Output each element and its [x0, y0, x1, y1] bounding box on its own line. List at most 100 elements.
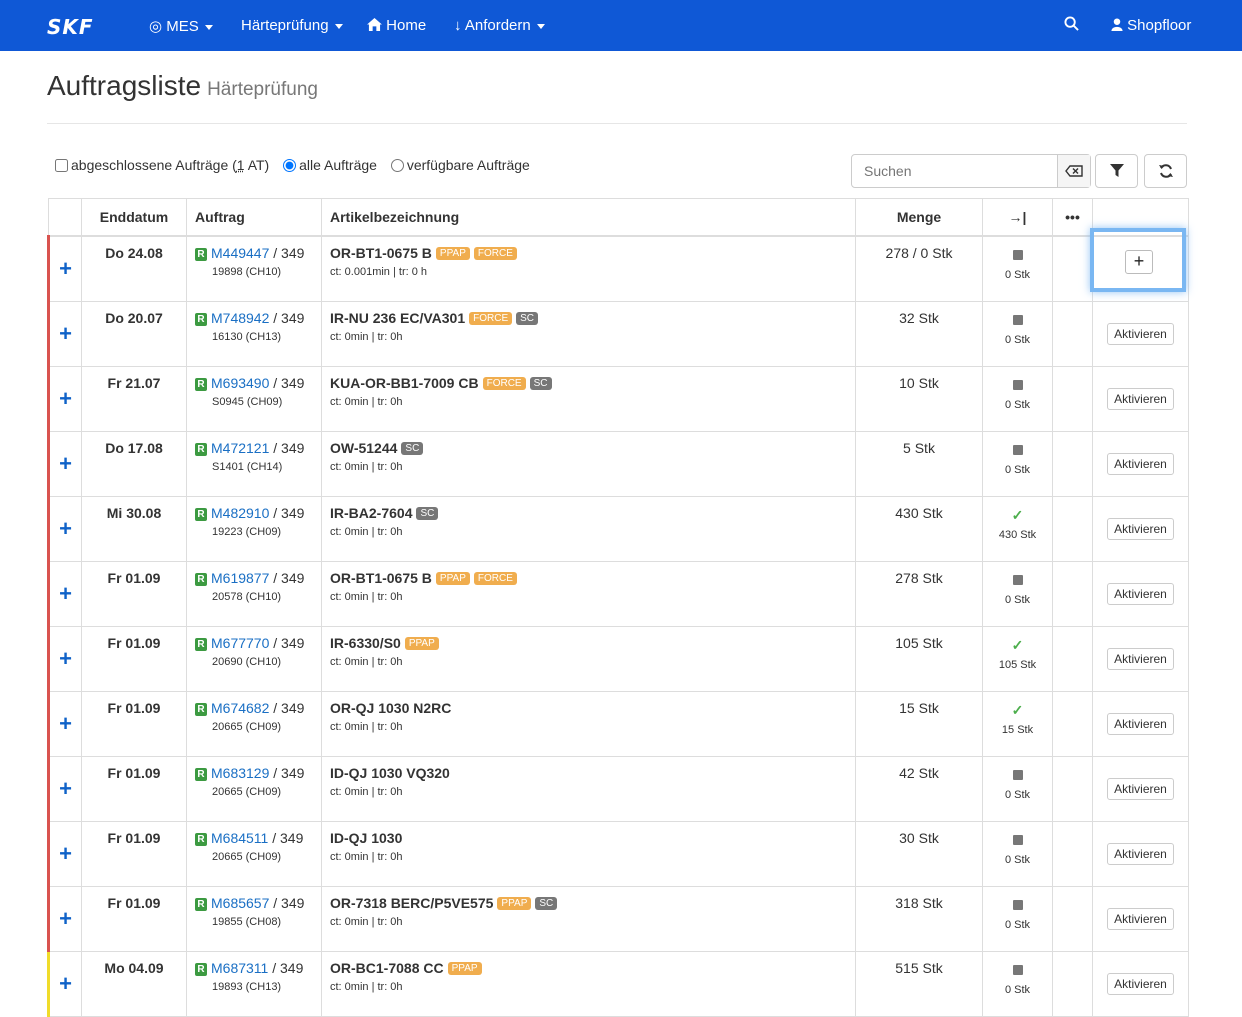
- clear-search-button[interactable]: [1057, 155, 1090, 187]
- action-cell: Aktivieren: [1092, 756, 1189, 822]
- cycle-time: ct: 0min | tr: 0h: [330, 916, 403, 928]
- action-cell: Aktivieren: [1092, 886, 1189, 952]
- plus-icon[interactable]: +: [59, 971, 72, 996]
- filter-button[interactable]: [1095, 154, 1138, 188]
- activate-button[interactable]: Aktivieren: [1107, 583, 1174, 605]
- activate-button[interactable]: Aktivieren: [1107, 388, 1174, 410]
- expand-cell[interactable]: +: [47, 691, 82, 757]
- expand-cell[interactable]: +: [47, 951, 82, 1017]
- article-cell: ID-QJ 1030 VQ320 ct: 0min | tr: 0h: [321, 756, 856, 822]
- activate-button[interactable]: Aktivieren: [1107, 648, 1174, 670]
- order-link[interactable]: M449447: [211, 245, 269, 261]
- plus-icon[interactable]: +: [59, 711, 72, 736]
- order-link[interactable]: M748942: [211, 310, 269, 326]
- table-row: + Fr 01.09 R M685657 / 349 19855 (CH08) OR-73…: [47, 886, 1189, 952]
- expand-cell[interactable]: +: [47, 561, 82, 627]
- status-label: 0 Stk: [1004, 984, 1031, 996]
- plus-icon[interactable]: +: [59, 451, 72, 476]
- closed-count-link[interactable]: 1: [237, 157, 245, 173]
- order-link[interactable]: M693490: [211, 375, 269, 391]
- end-date: Do 17.08: [81, 431, 187, 497]
- order-link[interactable]: M674682: [211, 700, 269, 716]
- article-name: OW-51244: [330, 440, 398, 456]
- expand-cell[interactable]: +: [47, 301, 82, 367]
- available-orders-option[interactable]: verfügbare Aufträge: [390, 157, 530, 173]
- plus-icon[interactable]: +: [59, 906, 72, 931]
- badge-sc: SC: [529, 377, 552, 390]
- col-artikel[interactable]: Artikelbezeichnung: [321, 198, 856, 237]
- add-button[interactable]: +: [1125, 250, 1153, 274]
- skf-logo[interactable]: SKF: [47, 15, 94, 39]
- table-row: + Fr 01.09 R M677770 / 349 20690 (CH10) IR-63…: [47, 626, 1189, 692]
- plus-icon[interactable]: +: [59, 321, 72, 346]
- nav-home[interactable]: Home: [367, 17, 426, 34]
- cycle-time: ct: 0min | tr: 0h: [330, 981, 403, 993]
- all-orders-option[interactable]: alle Aufträge: [283, 157, 381, 173]
- order-link[interactable]: M677770: [211, 635, 269, 651]
- expand-cell[interactable]: +: [47, 431, 82, 497]
- col-transfer[interactable]: →|: [982, 198, 1053, 237]
- order-link[interactable]: M472121: [211, 440, 269, 456]
- expand-cell[interactable]: +: [47, 821, 82, 887]
- expand-cell[interactable]: +: [47, 886, 82, 952]
- all-orders-radio[interactable]: [283, 159, 297, 172]
- order-link[interactable]: M482910: [211, 505, 269, 521]
- nav-anfordern[interactable]: ↓ Anfordern: [454, 17, 545, 34]
- closed-orders-option[interactable]: abgeschlossene Aufträge (1 AT): [55, 157, 273, 173]
- activate-button[interactable]: Aktivieren: [1107, 843, 1174, 865]
- activate-button[interactable]: Aktivieren: [1107, 323, 1174, 345]
- end-date: Fr 01.09: [81, 886, 187, 952]
- order-cell: R M449447 / 349 19898 (CH10): [186, 235, 322, 302]
- nav-haerte[interactable]: Härteprüfung: [241, 17, 343, 34]
- closed-orders-checkbox[interactable]: [55, 159, 68, 172]
- col-auftrag[interactable]: Auftrag: [186, 198, 322, 237]
- status-label: 0 Stk: [1004, 919, 1031, 931]
- home-icon: [367, 18, 382, 31]
- search-input[interactable]: [852, 155, 1057, 187]
- order-link[interactable]: M619877: [211, 570, 269, 586]
- expand-cell[interactable]: +: [47, 756, 82, 822]
- badge-sc: SC: [535, 897, 558, 910]
- status-cell: ✓ 15 Stk: [982, 691, 1053, 757]
- status-cell: 0 Stk: [982, 886, 1053, 952]
- order-link[interactable]: M683129: [211, 765, 269, 781]
- nav-search[interactable]: [1064, 16, 1079, 35]
- stop-square-icon: [1012, 445, 1023, 455]
- order-link[interactable]: M685657: [211, 895, 269, 911]
- user-icon: [1111, 18, 1123, 31]
- order-sub: 16130 (CH13): [212, 331, 282, 343]
- col-enddatum[interactable]: Enddatum: [81, 198, 187, 237]
- status-label: 0 Stk: [1004, 594, 1031, 606]
- plus-icon[interactable]: +: [59, 581, 72, 606]
- status-cell: 0 Stk: [982, 301, 1053, 367]
- activate-button[interactable]: Aktivieren: [1107, 973, 1174, 995]
- activate-button[interactable]: Aktivieren: [1107, 518, 1174, 540]
- activate-button[interactable]: Aktivieren: [1107, 453, 1174, 475]
- action-cell: Aktivieren: [1092, 821, 1189, 887]
- order-link[interactable]: M687311: [211, 960, 268, 976]
- expand-cell[interactable]: +: [47, 235, 82, 302]
- plus-icon[interactable]: +: [59, 516, 72, 541]
- expand-cell[interactable]: +: [47, 496, 82, 562]
- col-menge[interactable]: Menge: [855, 198, 983, 237]
- order-sub: S0945 (CH09): [212, 396, 283, 408]
- nav-mes[interactable]: ◎ MES: [149, 17, 213, 35]
- activate-button[interactable]: Aktivieren: [1107, 713, 1174, 735]
- refresh-button[interactable]: [1144, 154, 1187, 188]
- order-cell: R M482910 / 349 19223 (CH09): [186, 496, 322, 562]
- quantity: 42 Stk: [855, 756, 983, 822]
- plus-icon[interactable]: +: [59, 646, 72, 671]
- plus-icon[interactable]: +: [59, 841, 72, 866]
- activate-button[interactable]: Aktivieren: [1107, 778, 1174, 800]
- plus-icon[interactable]: +: [59, 386, 72, 411]
- col-more[interactable]: •••: [1052, 198, 1093, 237]
- nav-user[interactable]: Shopfloor: [1111, 17, 1191, 34]
- expand-cell[interactable]: +: [47, 626, 82, 692]
- article-cell: KUA-OR-BB1-7009 CB FORCE SC ct: 0min | tr: …: [321, 366, 856, 432]
- activate-button[interactable]: Aktivieren: [1107, 908, 1174, 930]
- plus-icon[interactable]: +: [59, 776, 72, 801]
- expand-cell[interactable]: +: [47, 366, 82, 432]
- available-orders-radio[interactable]: [390, 159, 404, 172]
- order-link[interactable]: M684511: [211, 830, 268, 846]
- plus-icon[interactable]: +: [59, 256, 72, 281]
